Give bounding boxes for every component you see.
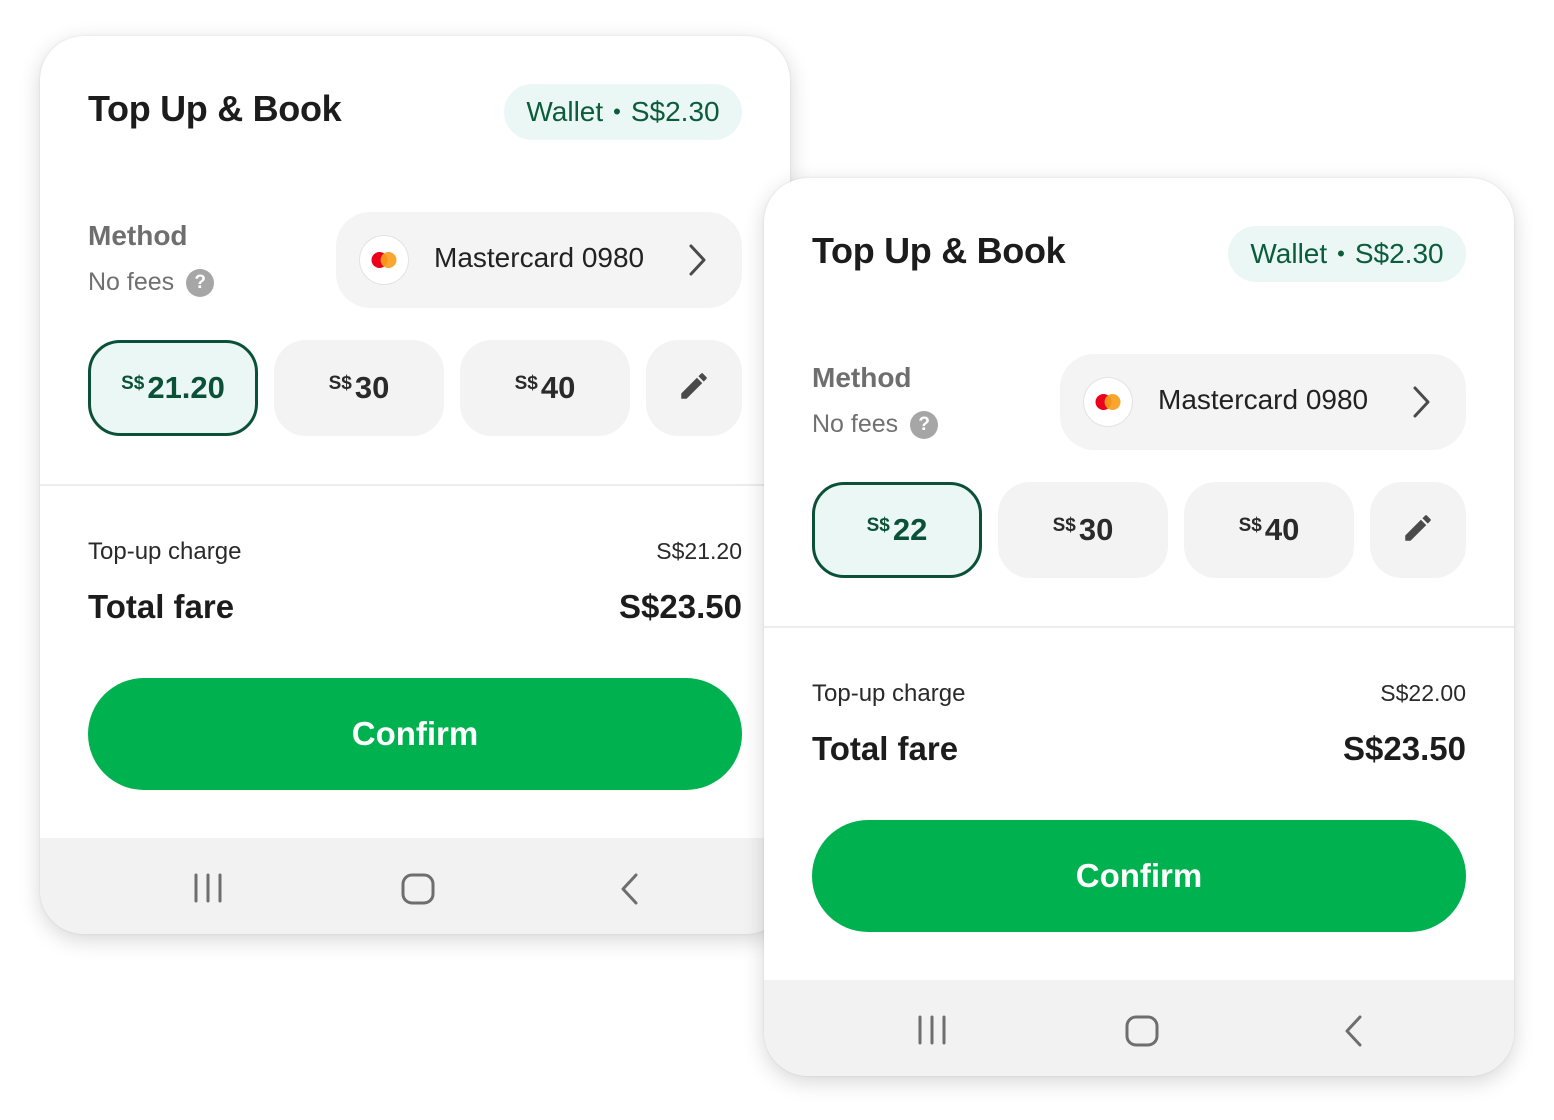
fees-label: No fees [88,268,175,296]
amount-value: 22 [892,512,928,547]
wallet-label: Wallet [1250,238,1328,269]
wallet-label: Wallet [526,96,604,127]
confirm-button[interactable]: Confirm [88,678,742,790]
fees-label: No fees [812,410,899,438]
amount-option[interactable]: S$ 40 [460,340,630,436]
separator-dot: • [613,99,621,124]
amount-value: 21.20 [147,370,225,405]
pencil-icon [677,369,711,408]
payment-method-selector[interactable]: Mastercard 0980 [1060,354,1466,450]
method-label: Method [812,362,912,393]
amount-option[interactable]: S$ 30 [998,482,1168,578]
topup-charge-value: S$21.20 [656,538,742,564]
amount-value: 40 [1264,512,1300,547]
amount-currency: S$ [121,373,145,394]
divider [40,484,790,486]
topup-sheet-a: Top Up & Book Wallet • S$2.30 Method No … [40,36,790,934]
amount-currency: S$ [1238,515,1262,536]
amount-value: 40 [540,370,576,405]
wallet-balance-badge[interactable]: Wallet • S$2.30 [1228,226,1466,282]
help-icon[interactable]: ? [186,268,215,297]
recent-apps-icon[interactable] [914,1014,950,1051]
home-icon[interactable] [400,872,436,911]
amount-currency: S$ [866,515,890,536]
payment-method-selector[interactable]: Mastercard 0980 [336,212,742,308]
mastercard-icon [360,236,408,284]
amount-option-selected[interactable]: S$ 21.20 [88,340,258,436]
chevron-right-icon [688,242,708,283]
topup-charge-label: Top-up charge [812,680,966,707]
pencil-icon [1401,511,1435,550]
wallet-balance: S$2.30 [630,96,720,127]
card-name: Mastercard 0980 [1158,384,1369,415]
fees-info: No fees ? [812,410,939,439]
total-fare-value: S$23.50 [1343,730,1466,767]
help-icon[interactable]: ? [910,410,939,439]
amount-value: 30 [354,370,390,405]
home-icon[interactable] [1124,1014,1160,1053]
system-nav-bar [40,838,790,934]
fees-info: No fees ? [88,268,215,297]
sheet-title: Top Up & Book [88,88,342,129]
total-fare-label: Total fare [812,730,959,767]
sheet-title: Top Up & Book [812,230,1066,271]
recent-apps-icon[interactable] [190,872,226,909]
card-name: Mastercard 0980 [434,242,645,273]
chevron-right-icon [1412,384,1432,425]
amount-option[interactable]: S$ 40 [1184,482,1354,578]
amount-option-selected[interactable]: S$ 22 [812,482,982,578]
divider [764,626,1514,628]
amount-value: 30 [1078,512,1114,547]
topup-charge-label: Top-up charge [88,538,242,565]
custom-amount-button[interactable] [646,340,742,436]
wallet-balance: S$2.30 [1354,238,1444,269]
confirm-button[interactable]: Confirm [812,820,1466,932]
amount-currency: S$ [514,373,538,394]
separator-dot: • [1337,241,1345,266]
system-nav-bar [764,980,1514,1076]
back-icon[interactable] [618,872,642,911]
topup-sheet-b: Top Up & Book Wallet • S$2.30 Method No … [764,178,1514,1076]
method-label: Method [88,220,188,251]
topup-charge-value: S$22.00 [1380,680,1466,706]
wallet-balance-badge[interactable]: Wallet • S$2.30 [504,84,742,140]
amount-currency: S$ [1052,515,1076,536]
back-icon[interactable] [1342,1014,1366,1053]
total-fare-value: S$23.50 [619,588,742,625]
mastercard-icon [1084,378,1132,426]
total-fare-label: Total fare [88,588,235,625]
amount-currency: S$ [328,373,352,394]
custom-amount-button[interactable] [1370,482,1466,578]
amount-option[interactable]: S$ 30 [274,340,444,436]
